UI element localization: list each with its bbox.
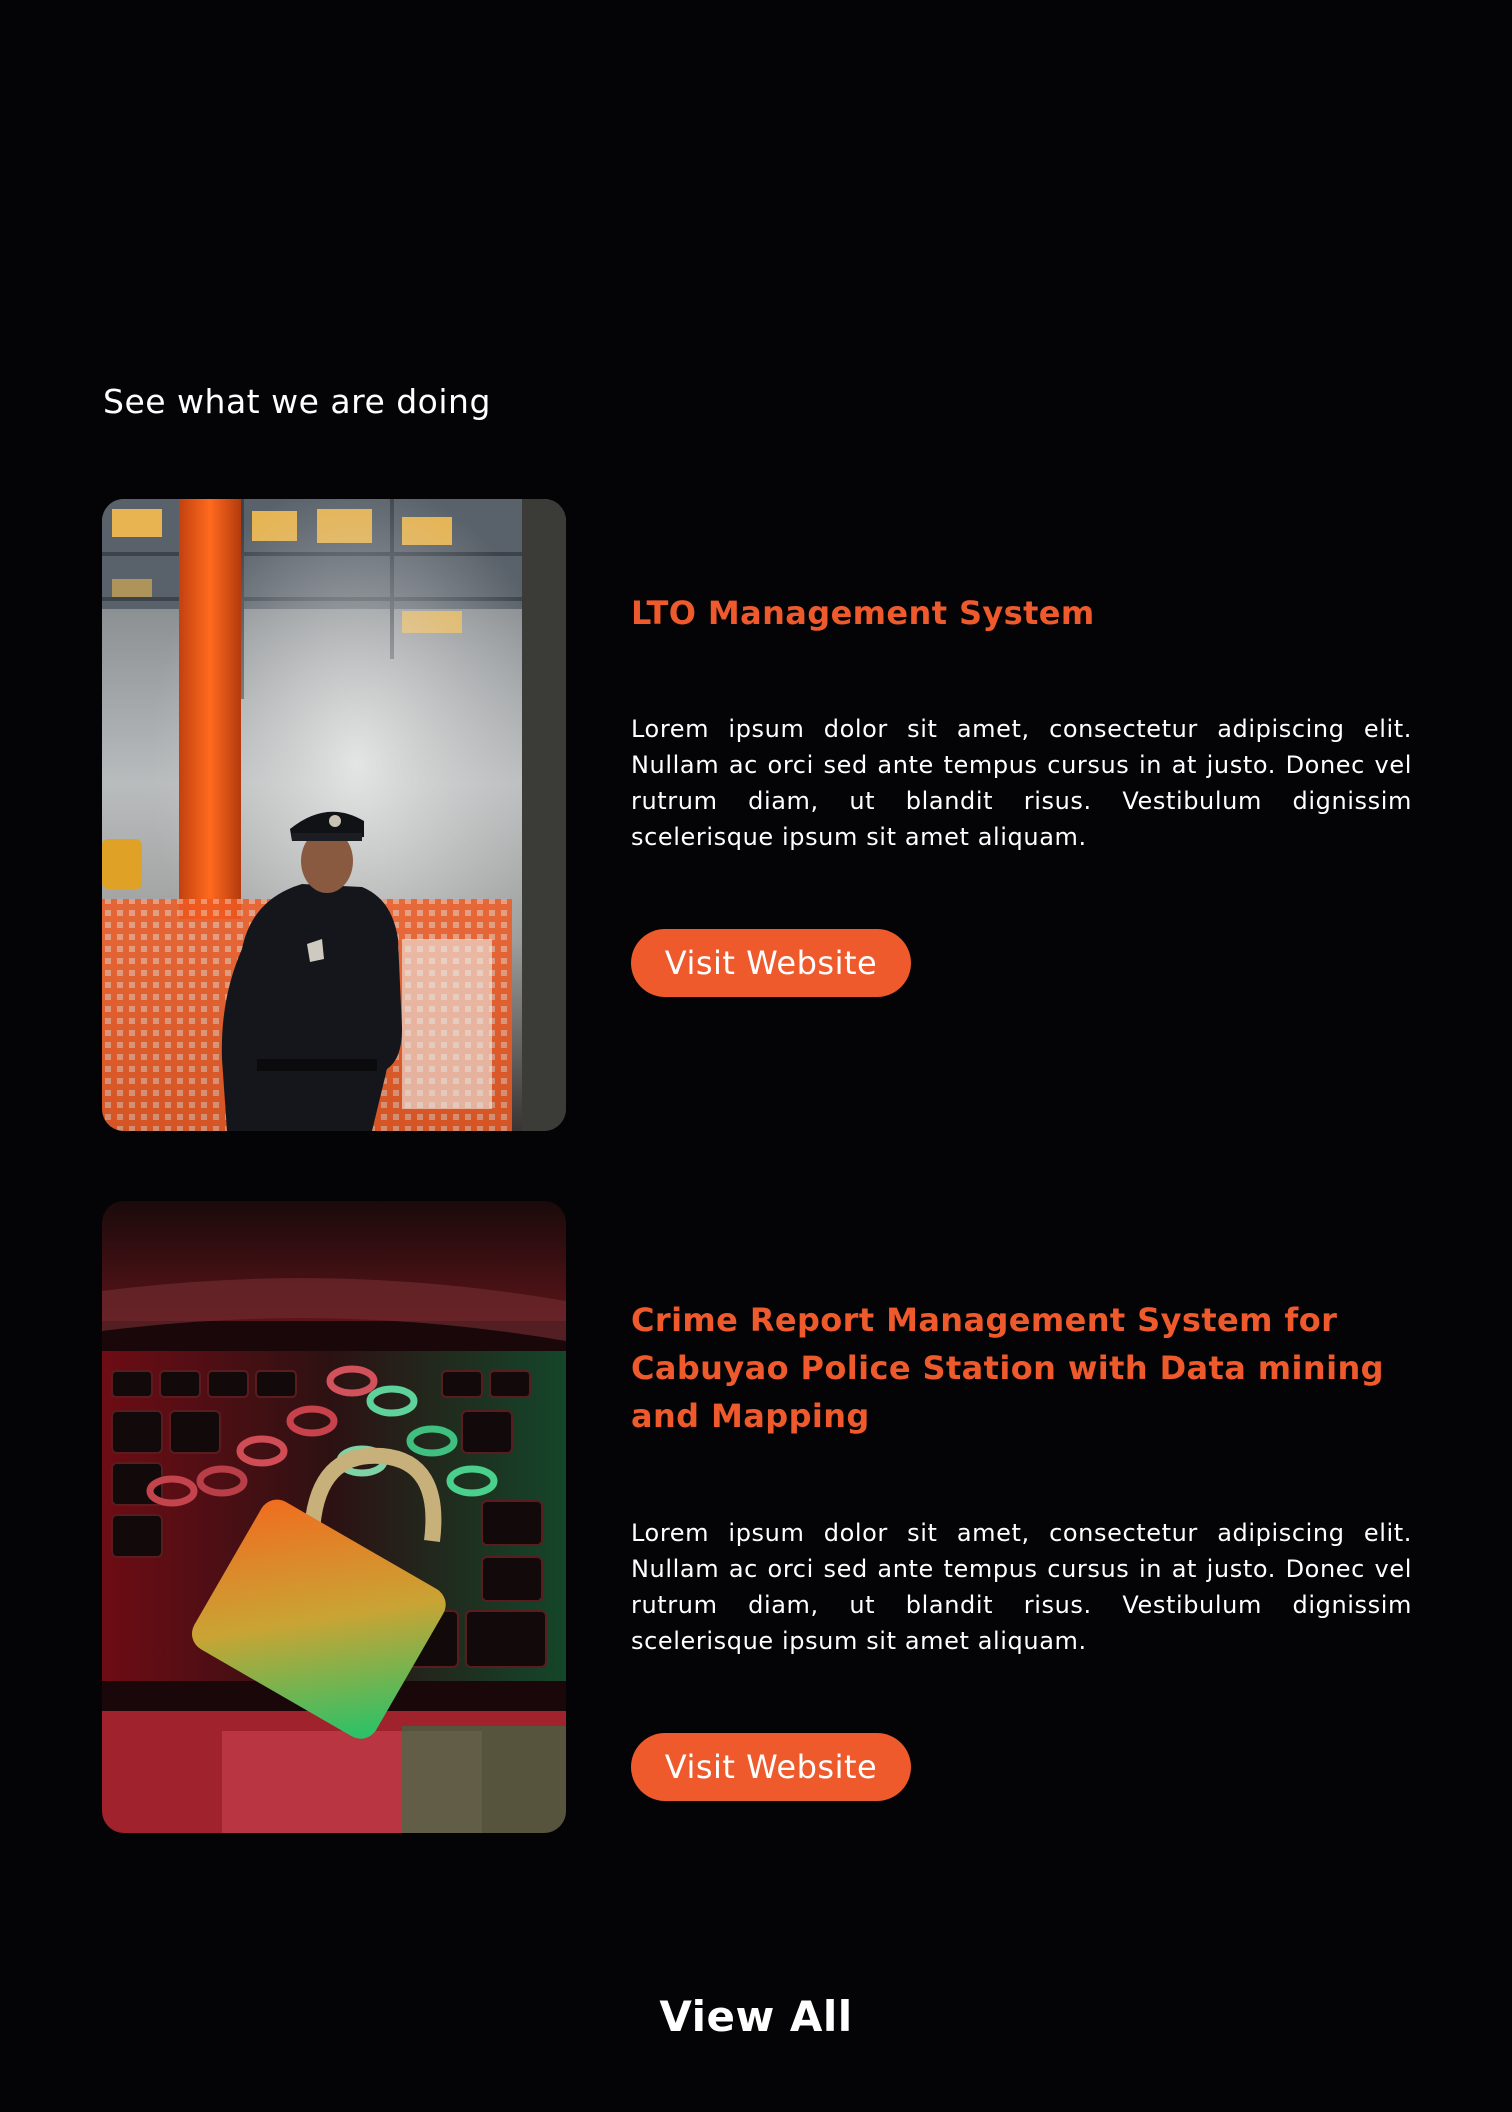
visit-website-button[interactable]: Visit Website	[631, 1733, 911, 1801]
project-title: Crime Report Management System for Cabuy…	[631, 1301, 1384, 1435]
project-title: LTO Management System	[631, 594, 1095, 632]
view-all-link[interactable]: View All	[0, 1992, 1512, 2041]
padlock-chain-keyboard-photo	[102, 1201, 566, 1833]
section-heading: See what we are doing	[103, 382, 491, 421]
project-description: Lorem ipsum dolor sit amet, consectetur …	[631, 715, 1412, 851]
police-officer-photo	[102, 499, 566, 1131]
project-description: Lorem ipsum dolor sit amet, consectetur …	[631, 1519, 1412, 1655]
project-card: Crime Report Management System for Cabuy…	[102, 1201, 1412, 1833]
visit-website-button[interactable]: Visit Website	[631, 929, 911, 997]
project-card: LTO Management System Lorem ipsum dolor …	[102, 499, 1412, 1131]
